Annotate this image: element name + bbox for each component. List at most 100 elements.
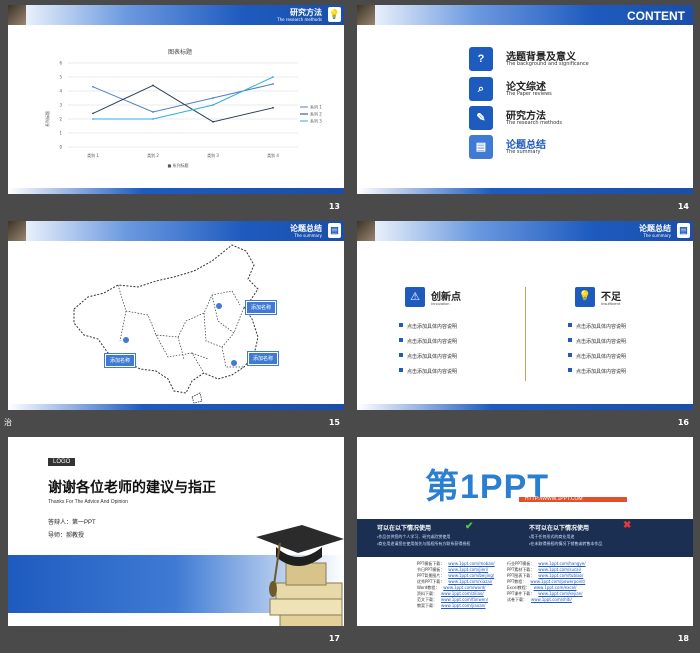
innovation-bullet: 点击添加具体内容说明 bbox=[398, 353, 458, 360]
toc-item-subtitle: The Paper reviews bbox=[506, 91, 552, 97]
question-icon: ? bbox=[469, 47, 493, 71]
chart-y-tick-label: 5 bbox=[59, 75, 62, 80]
chart-legend-label: 系列 3 bbox=[310, 118, 322, 124]
links-left: PPT模板下载： www.1ppt.com/moban/ 节日PPT模板： www.… bbox=[417, 561, 495, 609]
slide-thumbnail-17[interactable]: LOGO 谢谢各位老师的建议与指正 Thanks For The Advice … bbox=[8, 437, 344, 626]
paperclip-icon: ⌕ bbox=[469, 77, 493, 101]
checkmark-icon: ✔ bbox=[465, 521, 474, 532]
cross-icon: ✖ bbox=[623, 520, 632, 531]
chart-series-line bbox=[92, 83, 274, 113]
document-icon: ▤ bbox=[677, 223, 690, 238]
graduation-cap-image bbox=[357, 221, 375, 241]
chart-point bbox=[92, 85, 94, 88]
slide-thumbnail-16[interactable]: 论题总结 The summary ▤ ⚠ 创新点 Innovation 点击添加… bbox=[357, 221, 693, 410]
slide-number-18: 18 bbox=[677, 634, 689, 643]
map-label-tag[interactable]: 添加名称 bbox=[248, 352, 279, 365]
closing-subtitle: Thanks For The Advice And Opinion bbox=[48, 499, 128, 505]
chart-bottom-legend: ■ 系列标题 bbox=[167, 162, 188, 168]
slide-subtitle: The research methods bbox=[277, 17, 322, 22]
graduation-cap-image bbox=[357, 5, 375, 25]
can-use-line: •作品仅供您的个人学习、研究或欣赏使用 bbox=[377, 534, 451, 539]
innovation-bullet: 点击添加具体内容说明 bbox=[398, 368, 458, 375]
cannot-use-title: 不可以在以下情况使用 bbox=[529, 526, 590, 532]
slide-title: CONTENT bbox=[627, 9, 685, 23]
logo-badge: LOGO bbox=[48, 458, 76, 466]
chart-point bbox=[272, 106, 274, 109]
chart-point bbox=[212, 120, 214, 123]
chart-point bbox=[92, 112, 94, 115]
slide-bottom-bar bbox=[357, 404, 693, 410]
chart-point bbox=[152, 84, 154, 87]
insufficient-bullet: 点击添加具体内容说明 bbox=[567, 338, 627, 345]
chart-legend-label: 系列 1 bbox=[310, 104, 322, 110]
warning-icon: ⚠ bbox=[405, 287, 425, 307]
slide-subtitle: The summary bbox=[294, 233, 322, 238]
cannot-use-line: •在未取得授权的情况下销售或转售本作品 bbox=[529, 541, 603, 546]
chart-x-tick-label: 类别 3 bbox=[207, 152, 219, 158]
chart-legend-label: 系列 2 bbox=[310, 111, 322, 117]
lightbulb-icon: 💡 bbox=[328, 7, 341, 22]
slide-bottom-bar bbox=[8, 404, 344, 410]
slide-subtitle: The summary bbox=[643, 233, 671, 238]
speaker-name: 答辩人：第一PPT bbox=[48, 520, 96, 526]
map-marker[interactable] bbox=[123, 337, 129, 343]
can-use-line: •商业用途请您在使用前先与版权所有方联系获得授权 bbox=[377, 541, 471, 546]
graduation-books-image bbox=[256, 525, 344, 626]
document-icon: ▤ bbox=[469, 135, 493, 159]
chart-x-tick-label: 类别 1 bbox=[87, 152, 99, 158]
lightbulb-icon: ✎ bbox=[469, 106, 493, 130]
advisor-name: 导师：郝教授 bbox=[48, 533, 85, 539]
insufficient-bullet: 点击添加具体内容说明 bbox=[567, 353, 627, 360]
slide-thumbnail-14[interactable]: CONTENT ? 选题背景及意义 The background and sig… bbox=[357, 5, 693, 194]
slide-number-16: 16 bbox=[677, 418, 689, 427]
chart-y-axis-label: 系列标题 bbox=[44, 111, 50, 127]
closing-title: 谢谢各位老师的建议与指正 bbox=[48, 479, 216, 495]
map-label-tag[interactable]: 添加名称 bbox=[105, 354, 136, 367]
can-use-title: 可以在以下情况使用 bbox=[377, 526, 432, 532]
slide-thumbnail-13[interactable]: 研究方法 The research methods 💡 图表标题 系列标题 ■ … bbox=[8, 5, 344, 194]
insufficient-subtitle: Insufficient bbox=[601, 301, 621, 306]
line-chart: 图表标题 系列标题 ■ 系列标题 0 1 2 3 4 5 6 类别 1 类别 2 类别 3 类别 4… bbox=[44, 48, 322, 168]
toc-item-subtitle: The research methods bbox=[506, 120, 563, 126]
toc-item-subtitle: The background and significance bbox=[506, 61, 589, 67]
chart-y-tick-label: 1 bbox=[59, 131, 62, 136]
slide-bottom-bar bbox=[8, 188, 344, 194]
slide-thumbnail-15[interactable]: 论题总结 The summary ▤ 添加名称 添加名称 添加名称 bbox=[8, 221, 344, 410]
link-row[interactable]: 试卷下载： www.1ppt.com/shiti/ bbox=[507, 597, 586, 603]
chart-y-tick-label: 0 bbox=[59, 145, 62, 150]
slide-number-17: 17 bbox=[328, 634, 340, 643]
column-divider bbox=[525, 287, 526, 381]
map-marker[interactable] bbox=[231, 360, 237, 366]
document-icon: ▤ bbox=[328, 223, 341, 238]
chart-title: 图表标题 bbox=[168, 48, 192, 56]
map-marker[interactable] bbox=[216, 303, 222, 309]
insufficient-bullet: 点击添加具体内容说明 bbox=[567, 368, 627, 375]
map-label-tag[interactable]: 添加名称 bbox=[246, 301, 277, 314]
brand-url: HTTP://WWW.1PPT.COM bbox=[525, 496, 583, 502]
china-map bbox=[73, 244, 259, 404]
chart-x-tick-label: 类别 4 bbox=[267, 152, 279, 158]
link-row[interactable]: 教案下载： www.1ppt.com/jiaoan/ bbox=[417, 603, 495, 609]
graduation-cap-image bbox=[8, 5, 26, 25]
chart-point bbox=[92, 118, 94, 120]
chart-y-tick-label: 2 bbox=[59, 117, 62, 122]
slide-number-13: 13 bbox=[328, 202, 340, 211]
chart-point bbox=[272, 76, 274, 78]
innovation-subtitle: Innovation bbox=[431, 301, 450, 306]
chart-y-tick-label: 3 bbox=[59, 103, 62, 108]
insufficient-bullet: 点击添加具体内容说明 bbox=[567, 323, 627, 330]
chart-point bbox=[152, 111, 154, 113]
chart-point bbox=[152, 118, 154, 120]
chart-x-tick-label: 类别 2 bbox=[147, 152, 159, 158]
lightbulb-icon: 💡 bbox=[575, 287, 595, 307]
left-mark: 治 bbox=[4, 418, 12, 427]
chart-y-tick-label: 6 bbox=[59, 61, 62, 66]
chart-point bbox=[212, 97, 214, 99]
slide-thumbnail-18[interactable]: 第1PPT HTTP://WWW.1PPT.COM 可以在以下情况使用 ✔ •作… bbox=[357, 437, 693, 626]
slide-bottom-bar bbox=[357, 188, 693, 194]
links-right: 行业PPT模板： www.1ppt.com/hangye/ PPT素材下载： www… bbox=[507, 561, 586, 603]
innovation-bullet: 点击添加具体内容说明 bbox=[398, 323, 458, 330]
slide-number-14: 14 bbox=[677, 202, 689, 211]
toc-item-subtitle: The summary bbox=[506, 149, 541, 155]
chart-point bbox=[272, 83, 274, 85]
